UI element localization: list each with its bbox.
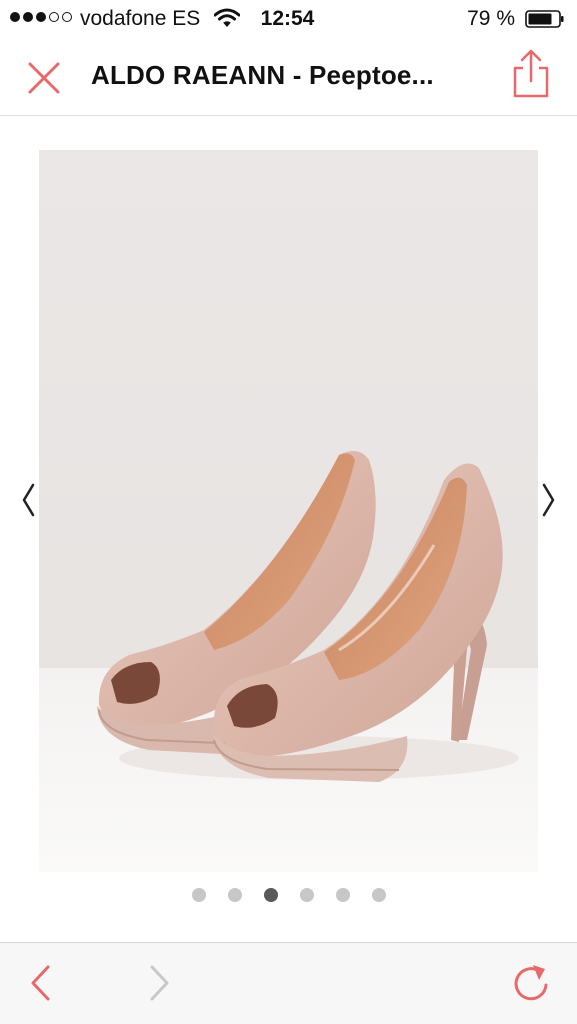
clock: 12:54 bbox=[260, 7, 315, 30]
page-dot[interactable] bbox=[263, 888, 278, 902]
page-dot[interactable] bbox=[227, 888, 242, 902]
page-indicator[interactable] bbox=[0, 888, 577, 902]
page-dot[interactable] bbox=[299, 888, 314, 902]
browser-toolbar bbox=[0, 942, 577, 1024]
carrier-name: vodafone ES bbox=[80, 7, 201, 30]
close-icon[interactable] bbox=[22, 56, 66, 100]
wifi-icon bbox=[214, 8, 240, 27]
page-dot[interactable] bbox=[371, 888, 386, 902]
chevron-right-icon[interactable] bbox=[537, 480, 561, 520]
status-bar: vodafone ES 12:54 79 % bbox=[0, 0, 577, 38]
chevron-left-icon[interactable] bbox=[16, 480, 40, 520]
chevron-left-icon[interactable] bbox=[20, 961, 64, 1005]
battery-percent: 79 % bbox=[467, 7, 515, 30]
chevron-right-icon[interactable] bbox=[136, 961, 180, 1005]
product-gallery bbox=[0, 116, 577, 942]
battery-icon bbox=[525, 10, 564, 28]
share-icon[interactable] bbox=[509, 48, 553, 100]
reload-icon[interactable] bbox=[509, 961, 553, 1005]
page-title: ALDO RAEANN - Peeptoe... bbox=[91, 60, 434, 90]
page-dot[interactable] bbox=[191, 888, 206, 902]
page-dot[interactable] bbox=[335, 888, 350, 902]
product-photo[interactable] bbox=[39, 150, 538, 872]
signal-dots-icon bbox=[10, 12, 72, 22]
shoe-illustration bbox=[39, 150, 538, 872]
nav-bar: ALDO RAEANN - Peeptoe... bbox=[0, 38, 577, 116]
